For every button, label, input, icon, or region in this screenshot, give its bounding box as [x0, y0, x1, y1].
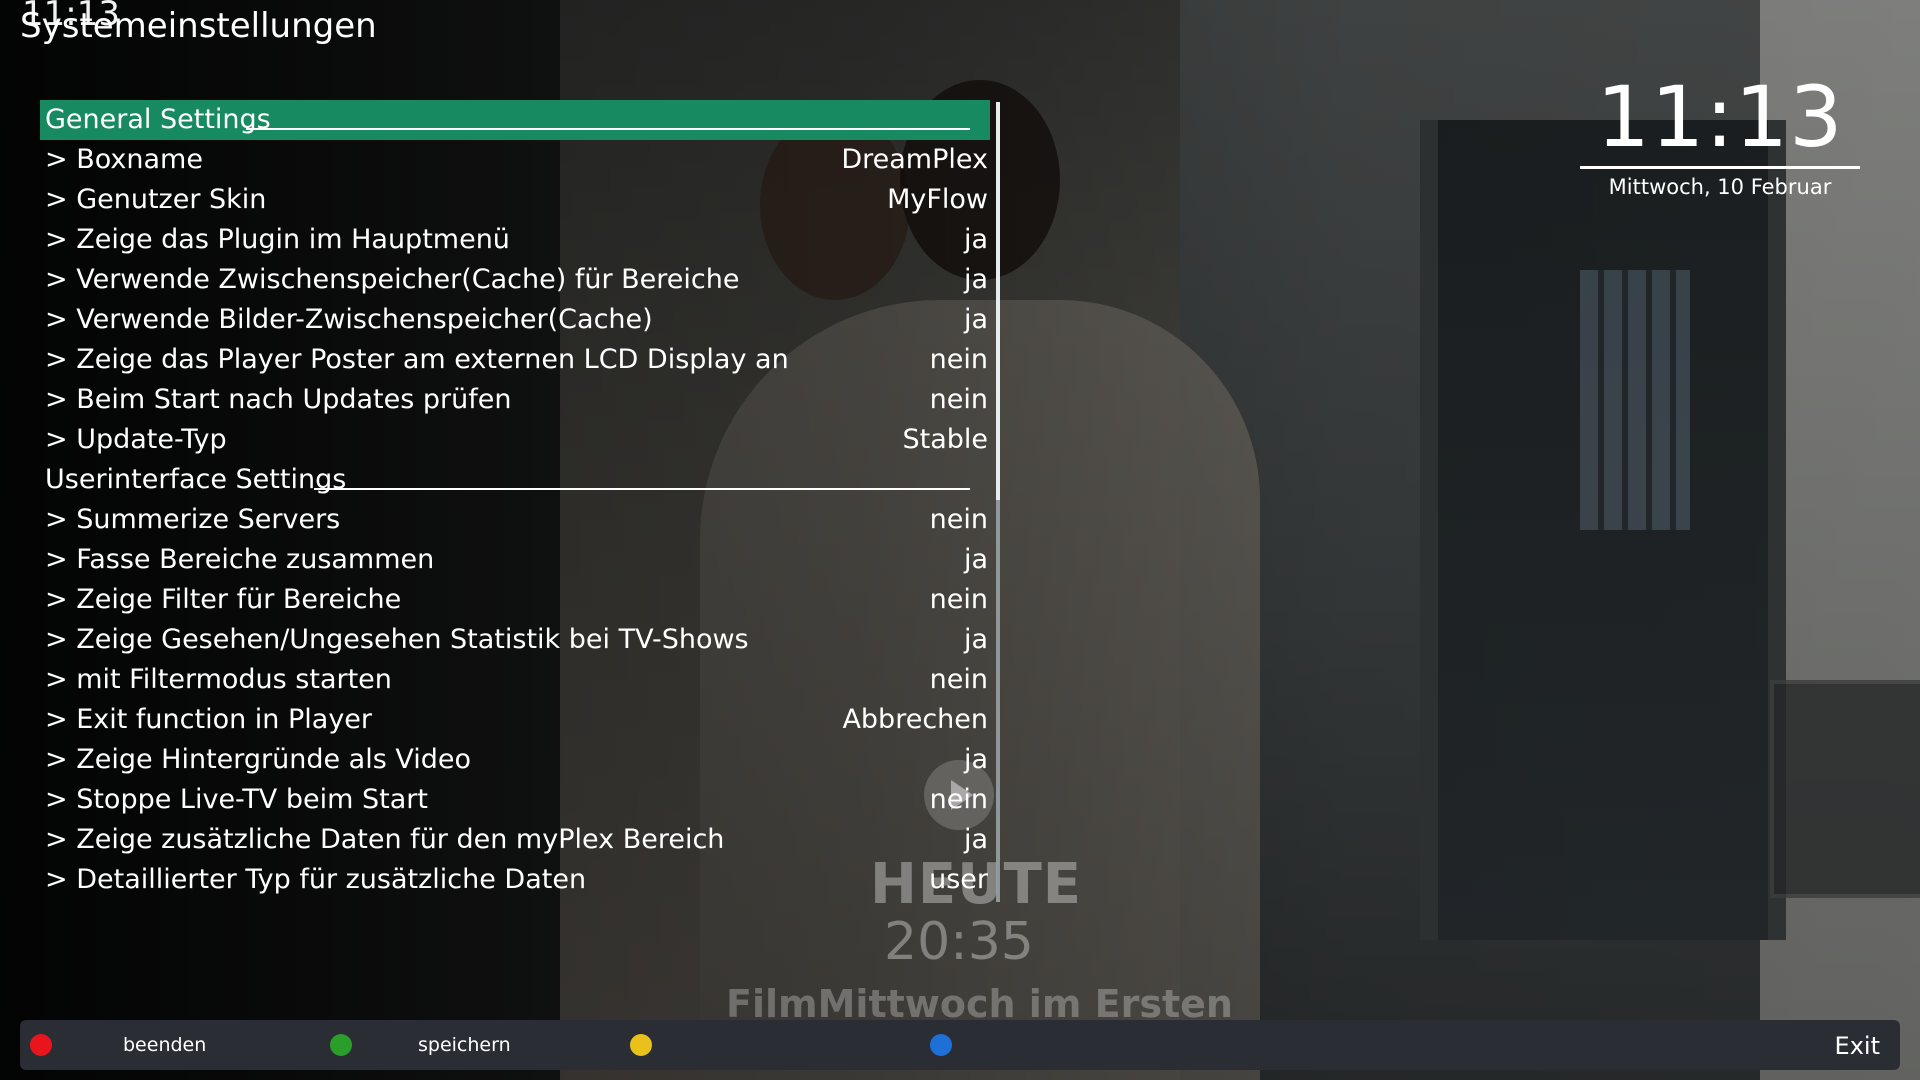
setting-label: > Stoppe Live-TV beim Start	[45, 784, 428, 815]
setting-row[interactable]: > Zeige das Plugin im Hauptmenü ja	[40, 220, 990, 260]
red-button-icon[interactable]	[30, 1034, 52, 1056]
scrollbar-thumb[interactable]	[996, 102, 1000, 500]
settings-list: General Settings > Boxname DreamPlex > Gen…	[40, 100, 990, 900]
setting-row[interactable]: > Zeige zusätzliche Daten für den myPlex…	[40, 820, 990, 860]
setting-label: > Fasse Bereiche zusammen	[45, 544, 435, 575]
setting-label: > Update-Typ	[45, 424, 227, 455]
setting-row[interactable]: > Zeige Hintergründe als Video ja	[40, 740, 990, 780]
blue-button-icon[interactable]	[930, 1034, 952, 1056]
exit-button[interactable]: Exit	[1835, 1020, 1880, 1072]
section-rule	[246, 128, 970, 130]
setting-label: > mit Filtermodus starten	[45, 664, 392, 695]
setting-row[interactable]: > Verwende Zwischenspeicher(Cache) für B…	[40, 260, 990, 300]
setting-value: Stable	[902, 424, 988, 455]
setting-label: > Zeige das Plugin im Hauptmenü	[45, 224, 510, 255]
setting-value: ja	[963, 304, 988, 335]
section-label: General Settings	[45, 104, 271, 135]
promo-time: 20:35	[884, 912, 1034, 972]
setting-row[interactable]: > Stoppe Live-TV beim Start nein	[40, 780, 990, 820]
setting-row[interactable]: > Zeige das Player Poster am externen LC…	[40, 340, 990, 380]
setting-value: user	[929, 864, 988, 895]
green-button-icon[interactable]	[330, 1034, 352, 1056]
setting-label: > Verwende Bilder-Zwischenspeicher(Cache…	[45, 304, 653, 335]
setting-label: > Zeige das Player Poster am externen LC…	[45, 344, 789, 375]
setting-value: nein	[929, 584, 988, 615]
setting-label: > Zeige Gesehen/Ungesehen Statistik bei …	[45, 624, 749, 655]
setting-row[interactable]: > Update-Typ Stable	[40, 420, 990, 460]
setting-value: ja	[963, 744, 988, 775]
setting-value: MyFlow	[887, 184, 988, 215]
setting-label: > Boxname	[45, 144, 203, 175]
setting-label: > Genutzer Skin	[45, 184, 267, 215]
setting-row[interactable]: > Fasse Bereiche zusammen ja	[40, 540, 990, 580]
setting-row[interactable]: > Genutzer Skin MyFlow	[40, 180, 990, 220]
setting-label: > Summerize Servers	[45, 504, 341, 535]
speichern-button[interactable]: speichern	[418, 1020, 511, 1070]
setting-value: ja	[963, 264, 988, 295]
section-userinterface-settings[interactable]: Userinterface Settings	[40, 460, 990, 500]
setting-label: > Exit function in Player	[45, 704, 373, 735]
section-rule	[314, 488, 970, 490]
setting-value: ja	[963, 544, 988, 575]
setting-label: > Zeige Hintergründe als Video	[45, 744, 472, 775]
setting-value: DreamPlex	[841, 144, 988, 175]
setting-label: > Zeige zusätzliche Daten für den myPlex…	[45, 824, 725, 855]
setting-label: > Verwende Zwischenspeicher(Cache) für B…	[45, 264, 740, 295]
setting-label: > Zeige Filter für Bereiche	[45, 584, 402, 615]
setting-value: nein	[929, 664, 988, 695]
setting-row[interactable]: > Detaillierter Typ für zusätzliche Date…	[40, 860, 990, 900]
setting-label: > Beim Start nach Updates prüfen	[45, 384, 512, 415]
setting-value: nein	[929, 344, 988, 375]
clock-time: 11:13	[1596, 68, 1844, 166]
section-label: Userinterface Settings	[45, 464, 347, 495]
clock-widget: 11:13 Mittwoch, 10 Februar	[1580, 72, 1860, 199]
setting-value: nein	[929, 384, 988, 415]
setting-value: ja	[963, 224, 988, 255]
setting-row[interactable]: > mit Filtermodus starten nein	[40, 660, 990, 700]
clock-date: Mittwoch, 10 Februar	[1608, 175, 1832, 199]
beenden-button[interactable]: beenden	[123, 1020, 206, 1070]
page-title: Systemeinstellungen	[20, 6, 377, 46]
setting-value: ja	[963, 824, 988, 855]
yellow-button-icon[interactable]	[630, 1034, 652, 1056]
setting-row[interactable]: > Zeige Filter für Bereiche nein	[40, 580, 990, 620]
setting-row[interactable]: > Verwende Bilder-Zwischenspeicher(Cache…	[40, 300, 990, 340]
clock-divider	[1580, 166, 1860, 169]
setting-value: nein	[929, 504, 988, 535]
setting-row[interactable]: > Boxname DreamPlex	[40, 140, 990, 180]
setting-row[interactable]: > Exit function in Player Abbrechen	[40, 700, 990, 740]
setting-label: > Detaillierter Typ für zusätzliche Date…	[45, 864, 587, 895]
setting-value: ja	[963, 624, 988, 655]
setting-row[interactable]: > Zeige Gesehen/Ungesehen Statistik bei …	[40, 620, 990, 660]
setting-value: Abbrechen	[842, 704, 988, 735]
section-general-settings[interactable]: General Settings	[40, 100, 990, 140]
setting-row[interactable]: > Summerize Servers nein	[40, 500, 990, 540]
setting-value: nein	[929, 784, 988, 815]
footer-button-bar: beenden speichern Exit	[20, 1020, 1900, 1070]
setting-row[interactable]: > Beim Start nach Updates prüfen nein	[40, 380, 990, 420]
